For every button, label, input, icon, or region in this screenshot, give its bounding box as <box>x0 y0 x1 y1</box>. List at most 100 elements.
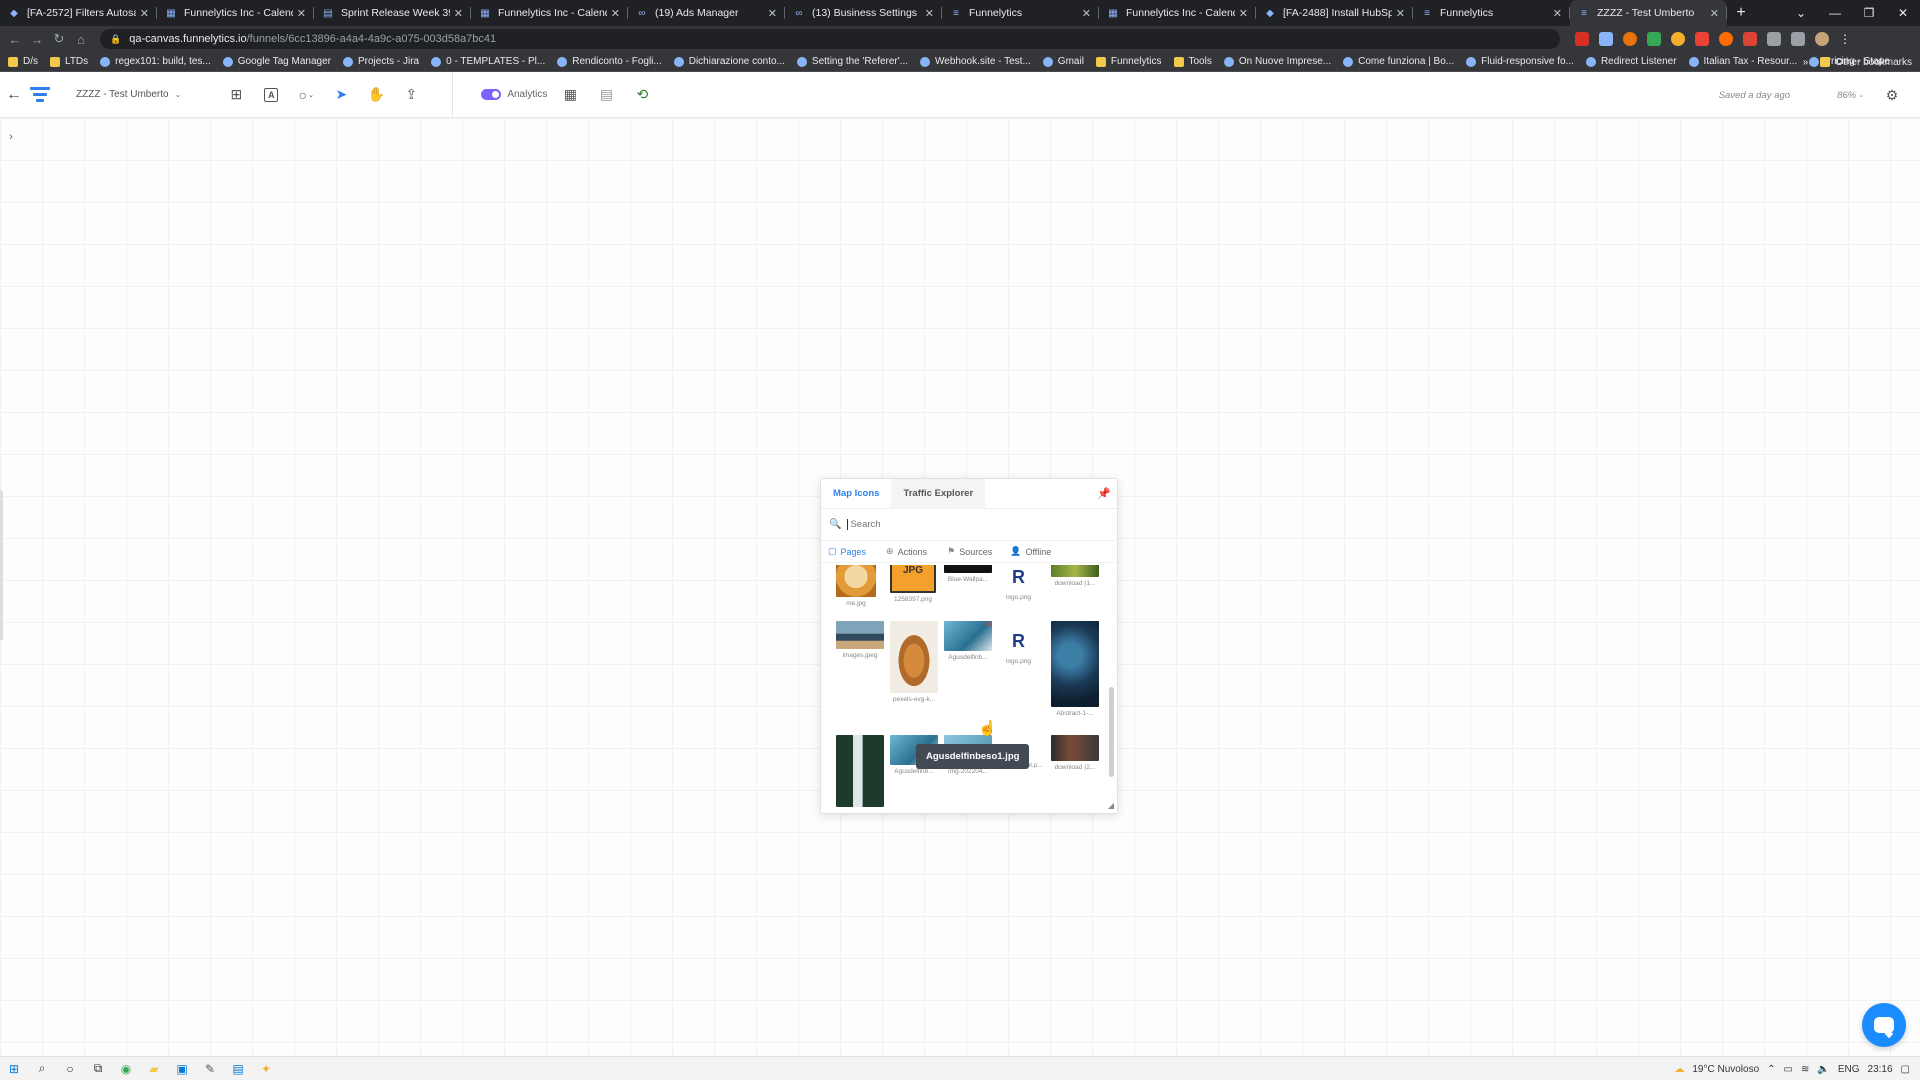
image-thumbnail[interactable]: images.jpeg <box>836 621 884 659</box>
resize-handle-icon[interactable]: ◢ <box>1108 801 1114 810</box>
bookmark[interactable]: regex101: build, tes... <box>100 56 211 67</box>
analytics-toggle[interactable]: Analytics <box>481 89 547 100</box>
tab-map-icons[interactable]: Map Icons <box>821 479 891 509</box>
puzzle-icon[interactable] <box>1767 32 1781 46</box>
browser-tab[interactable]: ◆[FA-2572] Filters Autosave✕ <box>0 0 157 26</box>
sidebar-edge-handle[interactable] <box>0 490 3 640</box>
extension-icon[interactable] <box>1623 32 1637 46</box>
close-tab-icon[interactable]: ✕ <box>1082 7 1091 20</box>
browser-tab[interactable]: ◆ [FA-2488] Install HubSpot ✕ <box>1256 0 1413 26</box>
image-thumbnail[interactable]: Abstract-1-... <box>1051 621 1099 717</box>
task-view-icon[interactable]: ⧉ <box>84 1057 112 1080</box>
forward-icon[interactable]: → <box>26 32 48 47</box>
pin-icon[interactable]: 📌 <box>1097 487 1111 500</box>
other-bookmarks[interactable]: » Other bookmarks <box>1803 52 1912 72</box>
pan-tool-button[interactable]: ✋ <box>363 82 389 108</box>
image-thumbnail[interactable]: × Agusdelfinb... <box>944 619 992 661</box>
menu-icon[interactable]: ⋮ <box>1839 32 1851 46</box>
notifications-icon[interactable]: ▢ <box>1901 1064 1910 1075</box>
panel-scrollbar[interactable] <box>1109 687 1114 777</box>
image-thumbnail[interactable]: R logo.png <box>1006 627 1031 665</box>
dashboard-button[interactable]: ▦ <box>557 82 583 108</box>
image-thumbnail[interactable]: R logo.png <box>1006 565 1031 601</box>
extension-icon[interactable] <box>1575 32 1589 46</box>
category-pages[interactable]: ▢ Pages <box>821 541 873 563</box>
browser-tab[interactable]: ≡ Funnelytics ✕ <box>942 0 1099 26</box>
browser-tab-active[interactable]: ≡ ZZZZ - Test Umberto ✕ <box>1570 0 1727 26</box>
category-sources[interactable]: ⚑ Sources <box>940 541 999 563</box>
select-tool-button[interactable]: ➤ <box>328 82 354 108</box>
toggle-switch[interactable] <box>481 89 502 100</box>
browser-tab[interactable]: ▦Funnelytics Inc - Calendar✕ <box>157 0 314 26</box>
bookmark[interactable]: Tools <box>1173 56 1212 67</box>
notes-button[interactable]: ▤ <box>593 82 619 108</box>
bookmark[interactable]: Fluid-responsive fo... <box>1466 56 1574 67</box>
bookmark[interactable]: 0 - TEMPLATES - Pl... <box>431 56 545 67</box>
windows-start-icon[interactable]: ⊞ <box>0 1057 28 1080</box>
image-thumbnail[interactable]: download (1... <box>1051 565 1099 587</box>
app-icon[interactable]: ✦ <box>252 1057 280 1080</box>
language-indicator[interactable]: ENG <box>1838 1064 1860 1075</box>
browser-tab[interactable]: ≡ Funnelytics ✕ <box>1413 0 1570 26</box>
close-tab-icon[interactable]: ✕ <box>454 7 463 20</box>
bookmark[interactable]: Setting the 'Referer'... <box>796 56 908 67</box>
bookmark[interactable]: On Nuove Imprese... <box>1223 56 1331 67</box>
bookmark[interactable]: Italian Tax - Resour... <box>1688 56 1797 67</box>
volume-icon[interactable]: 🔈 <box>1817 1064 1829 1075</box>
bookmark[interactable]: Redirect Listener <box>1585 56 1677 67</box>
browser-tab[interactable]: ∞ (19) Ads Manager ✕ <box>628 0 785 26</box>
image-thumbnail[interactable]: Blue-Wallpa... <box>944 565 992 583</box>
image-thumbnail[interactable] <box>836 735 884 810</box>
chat-widget-button[interactable] <box>1862 1003 1906 1047</box>
chevron-right-icon[interactable]: » <box>1803 57 1809 68</box>
category-actions[interactable]: ⊕ Actions <box>879 541 934 563</box>
network-icon[interactable]: ▭ <box>1784 1064 1793 1075</box>
bookmark[interactable]: Google Tag Manager <box>222 56 331 67</box>
text-tool-button[interactable]: A <box>258 82 284 108</box>
extension-icon[interactable] <box>1671 32 1685 46</box>
close-tab-icon[interactable]: ✕ <box>1553 7 1562 20</box>
share-button[interactable]: ⇪ <box>398 82 424 108</box>
file-explorer-icon[interactable]: ▰ <box>140 1057 168 1080</box>
app-icon[interactable]: ▤ <box>224 1057 252 1080</box>
funnelytics-logo[interactable] <box>30 83 54 107</box>
bookmark[interactable]: Gmail <box>1042 56 1084 67</box>
tab-search-icon[interactable]: ⌄ <box>1784 6 1818 20</box>
close-tab-icon[interactable]: ✕ <box>925 7 934 20</box>
shape-tool-button[interactable]: ○ ⌄ <box>293 82 319 108</box>
delete-icon[interactable]: × <box>986 619 991 629</box>
browser-tab[interactable]: ∞ (13) Business Settings ✕ <box>785 0 942 26</box>
reload-icon[interactable]: ↻ <box>48 31 70 47</box>
extension-icon[interactable] <box>1647 32 1661 46</box>
close-tab-icon[interactable]: ✕ <box>1396 7 1405 20</box>
bookmark[interactable]: LTDs <box>50 56 88 67</box>
add-step-button[interactable]: ⊞ <box>223 82 249 108</box>
bookmark[interactable]: Dichiarazione conto... <box>673 56 785 67</box>
weather-text[interactable]: 19°C Nuvoloso <box>1692 1064 1759 1075</box>
image-thumbnail[interactable]: download (2... <box>1051 735 1099 771</box>
tracking-button[interactable]: ⟲ <box>629 82 655 108</box>
avatar[interactable] <box>1815 32 1829 46</box>
new-tab-button[interactable]: + <box>1727 0 1755 26</box>
browser-tab[interactable]: ▤Sprint Release Week 39 - C✕ <box>314 0 471 26</box>
browser-tab[interactable]: ▦Funnelytics Inc - Calendar✕ <box>471 0 628 26</box>
extension-icon[interactable] <box>1719 32 1733 46</box>
back-arrow-icon[interactable]: ← <box>0 86 28 104</box>
image-thumbnail[interactable]: me.jpg <box>836 565 876 607</box>
chevron-up-icon[interactable]: ⌃ <box>1767 1064 1775 1075</box>
close-window-icon[interactable]: ✕ <box>1886 6 1920 20</box>
close-tab-icon[interactable]: ✕ <box>1239 7 1248 20</box>
zoom-level[interactable]: 86% ⌄ <box>1837 72 1864 118</box>
address-bar[interactable]: 🔒 qa-canvas.funnelytics.io/funnels/6cc13… <box>100 29 1560 49</box>
sidepanel-icon[interactable] <box>1791 32 1805 46</box>
extension-icon[interactable] <box>1695 32 1709 46</box>
funnel-name-dropdown[interactable]: ZZZZ - Test Umberto ⌄ <box>76 89 181 100</box>
outlook-icon[interactable]: ▣ <box>168 1057 196 1080</box>
close-tab-icon[interactable]: ✕ <box>768 7 777 20</box>
restore-icon[interactable]: ❐ <box>1852 6 1886 20</box>
close-tab-icon[interactable]: ✕ <box>140 7 149 20</box>
search-icon[interactable]: ⌕ <box>28 1057 56 1080</box>
expand-sidebar-icon[interactable]: › <box>4 130 18 144</box>
wifi-icon[interactable]: ≋ <box>1801 1064 1809 1075</box>
notepad-icon[interactable]: ✎ <box>196 1057 224 1080</box>
